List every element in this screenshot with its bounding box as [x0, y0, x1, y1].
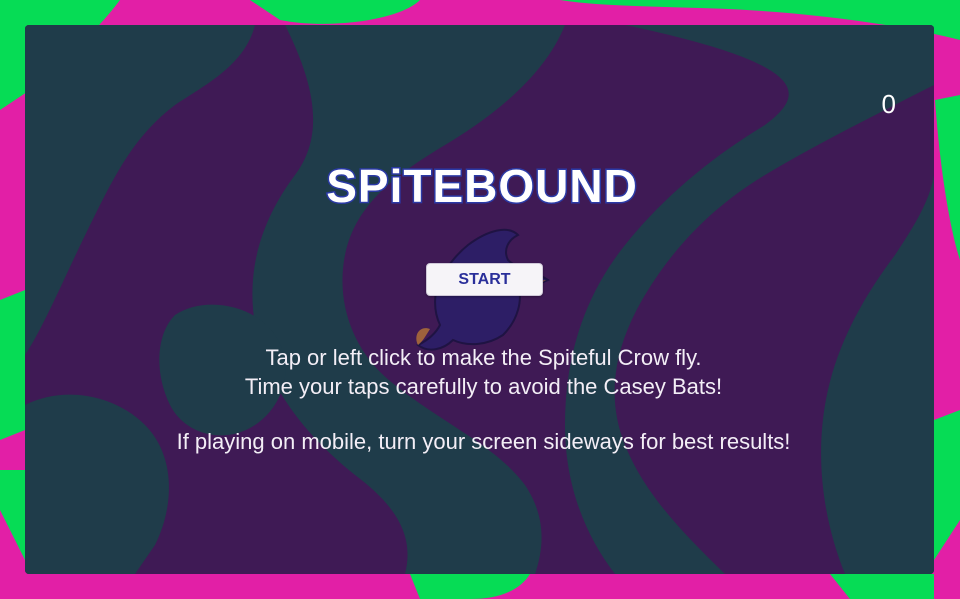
- game-logo: SPiTEBOUND: [325, 140, 639, 235]
- instruction-line-3: If playing on mobile, turn your screen s…: [176, 429, 791, 454]
- game-screen[interactable]: 0 SPiTEBOUND START Tap or left click to …: [0, 0, 960, 599]
- instruction-line-2: Time your taps carefully to avoid the Ca…: [244, 374, 723, 399]
- score-counter: 0: [881, 89, 896, 119]
- start-button[interactable]: START: [426, 263, 543, 296]
- logo-text: SPiTEBOUND: [326, 160, 638, 212]
- instruction-line-1: Tap or left click to make the Spiteful C…: [265, 345, 702, 370]
